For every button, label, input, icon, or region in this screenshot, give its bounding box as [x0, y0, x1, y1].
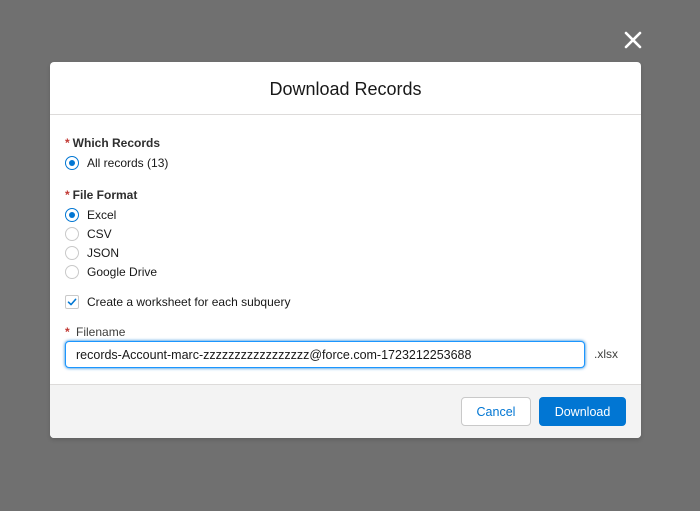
radio-all-records[interactable]: All records (13) — [65, 156, 168, 170]
radio-button[interactable] — [65, 246, 79, 260]
worksheet-option[interactable]: Create a worksheet for each subquery — [65, 295, 290, 309]
filename-label-text: Filename — [76, 325, 126, 339]
radio-label: CSV — [87, 227, 112, 241]
modal-footer: Cancel Download — [50, 384, 641, 438]
required-mark: * — [65, 188, 70, 202]
cancel-button[interactable]: Cancel — [461, 397, 531, 426]
radio-label: JSON — [87, 246, 120, 260]
which-records-label: * Which Records — [65, 136, 160, 150]
modal-body: * Which Records All records (13) * File Fo… — [50, 115, 641, 384]
radio-button[interactable] — [65, 265, 79, 279]
file-extension: .xlsx — [594, 347, 618, 361]
file-format-label: * File Format — [65, 188, 137, 202]
radio-format-csv[interactable]: CSV — [65, 227, 112, 241]
download-records-modal: Download Records * Which Records All reco… — [50, 62, 641, 438]
worksheet-checkbox-label: Create a worksheet for each subquery — [87, 295, 291, 309]
radio-label: Google Drive — [87, 265, 158, 279]
filename-input[interactable] — [65, 341, 585, 368]
radio-button[interactable] — [65, 208, 79, 222]
download-button[interactable]: Download — [539, 397, 626, 426]
close-icon — [624, 31, 642, 49]
radio-label: All records (13) — [87, 156, 169, 170]
radio-format-json[interactable]: JSON — [65, 246, 119, 260]
required-mark: * — [65, 136, 70, 150]
radio-button[interactable] — [65, 227, 79, 241]
radio-format-google-drive[interactable]: Google Drive — [65, 265, 157, 279]
modal-title: Download Records — [269, 78, 422, 99]
radio-format-excel[interactable]: Excel — [65, 208, 116, 222]
radio-label: Excel — [87, 208, 117, 222]
which-records-label-text: Which Records — [72, 136, 161, 150]
checkmark-icon — [67, 298, 77, 306]
modal-header: Download Records — [50, 62, 641, 115]
worksheet-checkbox[interactable] — [65, 295, 79, 309]
radio-button[interactable] — [65, 156, 79, 170]
close-button[interactable] — [620, 27, 646, 53]
file-format-label-text: File Format — [72, 188, 138, 202]
required-mark: * — [65, 325, 70, 339]
filename-label: * Filename — [65, 325, 125, 339]
